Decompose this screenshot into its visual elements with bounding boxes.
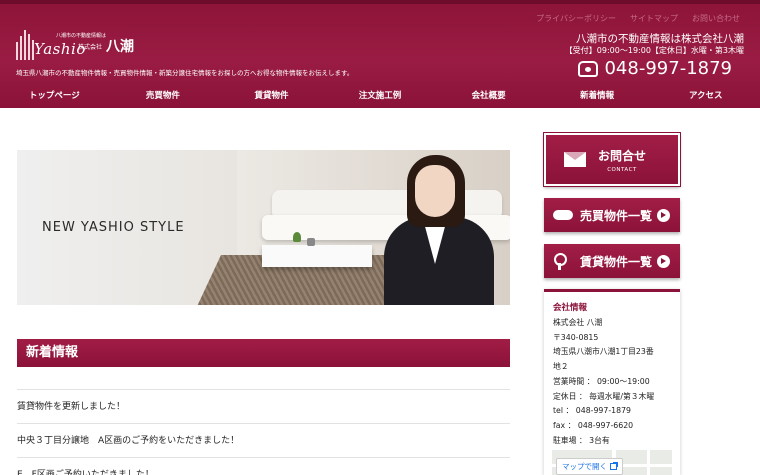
contact-label: お問合せ: [598, 148, 647, 163]
tel-info: tel ： 048-997-1879: [553, 406, 632, 416]
holiday-info: 定休日 ： 毎週水曜/第３木曜: [553, 391, 655, 401]
company-info-box: 会社情報 株式会社 八潮 〒340-0815 埼玉県八潮市八潮1丁目23番 地２…: [544, 289, 680, 475]
nav-company[interactable]: 会社概要: [434, 87, 543, 106]
external-link-icon: [610, 462, 618, 470]
open-map-label: マップで開く: [562, 462, 607, 471]
rent-list-button[interactable]: 賃貸物件一覧: [544, 244, 680, 278]
news-item[interactable]: E、F区画ご予約いただきました！: [17, 457, 510, 475]
cup-icon: [307, 238, 315, 246]
logo-name: 八潮: [106, 39, 134, 55]
mail-icon: [564, 152, 586, 167]
nav-news[interactable]: 新着情報: [543, 87, 652, 106]
site-logo[interactable]: Yashio 八潮市の不動産情報は 株式会社 八潮: [16, 26, 136, 66]
plant-icon: [293, 232, 301, 242]
utility-links: プライバシーポリシー サイトマップ お問い合わせ: [536, 13, 740, 24]
fax-info: fax ： 048-997-6620: [553, 420, 634, 430]
handshake-icon: [552, 206, 574, 224]
logo-small-text: 八潮市の不動産情報は: [56, 33, 107, 39]
tagline: 埼玉県八潮市の不動産物件情報・売買物件情報・新築分譲住宅情報をお探しの方へお得な…: [16, 69, 354, 77]
nav-rent[interactable]: 賃貸物件: [217, 87, 326, 106]
contact-button[interactable]: お問合せ CONTACT: [543, 132, 681, 187]
hero-table: [262, 245, 372, 267]
company-line: 八潮市の不動産情報は株式会社八潮: [576, 33, 744, 45]
hero-woman-image: [379, 155, 499, 305]
news-heading: 新着情報: [17, 339, 510, 367]
news-list: 賃貸物件を更新しました！ 中央３丁目分譲地 A区画のご予約をいただきました！ E…: [17, 389, 510, 475]
company-info-title: 会社情報: [553, 303, 588, 313]
privacy-policy-link[interactable]: プライバシーポリシー: [536, 13, 616, 24]
hero-banner: NEW YASHIO STYLE: [17, 150, 510, 305]
business-hours: 【受付】09:00～19:00【定休日】水曜・第3木曜: [564, 46, 744, 55]
sitemap-link[interactable]: サイトマップ: [630, 13, 678, 24]
rent-list-label: 賃貸物件一覧: [580, 254, 653, 269]
phone-number[interactable]: 048-997-1879: [578, 58, 732, 79]
nav-construction[interactable]: 注文施工例: [326, 87, 435, 106]
address-line1: 埼玉県八潮市八潮1丁目23番: [553, 347, 654, 357]
parking-info: 駐車場 ： 3台有: [553, 435, 610, 445]
nav-sale[interactable]: 売買物件: [109, 87, 218, 106]
sale-list-label: 売買物件一覧: [580, 208, 653, 223]
arrow-right-icon: [657, 209, 670, 222]
contact-sub: CONTACT: [607, 166, 637, 173]
nav-access[interactable]: アクセス: [651, 87, 760, 106]
logo-company-type: 株式会社: [78, 44, 103, 51]
nav-top[interactable]: トップページ: [0, 87, 109, 106]
arrow-right-icon: [657, 255, 670, 268]
phone-icon: [578, 60, 599, 77]
main-nav: トップページ 売買物件 賃貸物件 注文施工例 会社概要 新着情報 アクセス: [0, 87, 760, 106]
hero-text: NEW YASHIO STYLE: [42, 220, 185, 235]
postal-code: 〒340-0815: [553, 332, 599, 342]
business-hours-info: 営業時間 ： 09:00～19:00: [553, 376, 650, 386]
open-map-link[interactable]: マップで開く: [556, 458, 623, 475]
phone-number-text: 048-997-1879: [604, 58, 732, 79]
site-header: Yashio 八潮市の不動産情報は 株式会社 八潮 埼玉県八潮市の不動産物件情報…: [0, 0, 760, 108]
address-line2: 地２: [553, 362, 569, 372]
company-name: 株式会社 八潮: [553, 318, 603, 327]
news-item[interactable]: 賃貸物件を更新しました！: [17, 389, 510, 423]
sale-list-button[interactable]: 売買物件一覧: [544, 198, 680, 232]
inquiry-link[interactable]: お問い合わせ: [692, 13, 740, 24]
news-item[interactable]: 中央３丁目分譲地 A区画のご予約をいただきました！: [17, 423, 510, 457]
key-icon: [552, 252, 574, 270]
